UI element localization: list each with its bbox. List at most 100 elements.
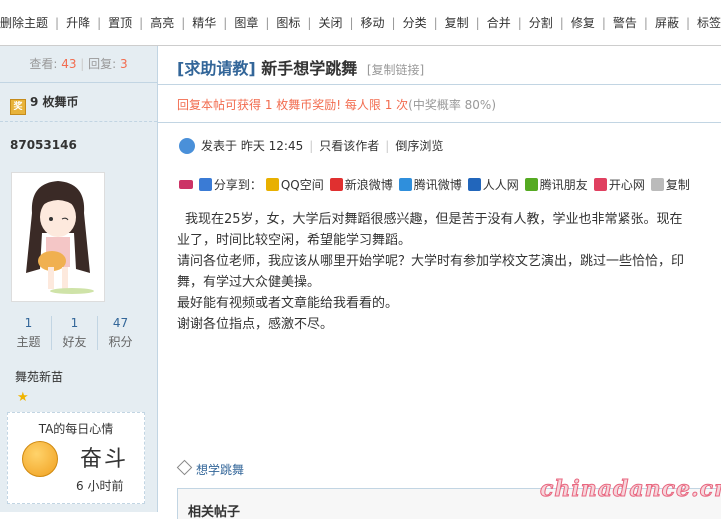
share-6-button[interactable]: 复制	[650, 178, 690, 192]
post-body-line: 我现在25岁，女，大学后对舞蹈很感兴趣，但是苦于没有人教，学业也非常紧张。现在	[185, 212, 683, 227]
post-title: [求助请教] 新手想学跳舞 [复制链接]	[177, 55, 424, 79]
reward-coins: 奖 9 枚舞币	[0, 83, 157, 122]
toolbar-item[interactable]: 图标	[276, 0, 300, 45]
toolbar-item[interactable]: 删除主题	[0, 0, 48, 45]
copy-link-button[interactable]: [复制链接]	[367, 63, 424, 77]
moderation-toolbar: 删除主题 | 升降 | 置顶 | 高亮 | 精华 | 图章 | 图标 | 关闭 | 移动 | 分类 | 复制 | 合并 | 分割…	[0, 0, 721, 46]
toolbar-item[interactable]: 分类	[403, 0, 427, 45]
post-meta: 发表于 昨天 12:45 | 只看该作者 | 倒序浏览	[179, 137, 443, 154]
star-icon: ★	[17, 390, 29, 405]
toolbar-item[interactable]: 升降	[66, 0, 90, 45]
post-body-line: 请问各位老师，我应该从哪里开始学呢？大学时有参加学校文艺演出，跳过一些恰恰，印	[177, 254, 685, 269]
share-4-button[interactable]: 腾讯朋友	[524, 178, 588, 192]
plus-icon	[198, 178, 212, 191]
toolbar-separator: |	[391, 16, 396, 30]
post-body-line: 舞，有学过大众健美操。	[177, 275, 321, 290]
post-body: 我现在25岁，女，大学后对舞蹈很感兴趣，但是苦于没有人教，学业也非常紧张。现在业…	[177, 209, 721, 335]
toolbar-item[interactable]: 精华	[192, 0, 216, 45]
avatar[interactable]	[11, 172, 105, 302]
share-label: 腾讯朋友	[539, 178, 588, 192]
share-0-button[interactable]: QQ空间	[265, 178, 324, 192]
topics-stat[interactable]: 1 主题	[6, 316, 51, 350]
toolbar-separator: |	[475, 16, 480, 30]
toolbar-separator: |	[265, 16, 270, 30]
share-5-button[interactable]: 开心网	[593, 178, 645, 192]
friends-stat[interactable]: 1 好友	[51, 316, 98, 350]
friends-count: 1	[70, 316, 79, 330]
post-body-line: 最好能有视频或者文章能给我看看的。	[177, 296, 399, 311]
author-name[interactable]: 87053146	[0, 122, 157, 152]
share-icon	[329, 178, 343, 191]
toolbar-separator: |	[559, 16, 564, 30]
post-body-line: 谢谢各位指点，感激不尽。	[177, 317, 334, 332]
post-category[interactable]: [求助请教]	[177, 59, 256, 78]
toolbar-item[interactable]: 图章	[234, 0, 258, 45]
share-1-button[interactable]: 新浪微博	[329, 178, 393, 192]
share-label: 复制	[665, 178, 690, 192]
author-only-link[interactable]: 只看该作者	[319, 139, 379, 153]
share-icon	[524, 178, 538, 191]
reward-coins-text: 9 枚舞币	[30, 95, 79, 109]
toolbar-item[interactable]: 复制	[445, 0, 469, 45]
toolbar-item[interactable]: 分割	[529, 0, 553, 45]
toolbar-separator: |	[307, 16, 312, 30]
toolbar-separator: |	[685, 16, 690, 30]
toolbar-separator: |	[97, 16, 102, 30]
mood-title: TA的每日心情	[38, 422, 114, 436]
friends-label: 好友	[62, 335, 87, 349]
post-time: 发表于 昨天 12:45	[201, 139, 304, 153]
toolbar-item[interactable]: 警告	[613, 0, 637, 45]
topics-count: 1	[24, 316, 33, 330]
divider	[158, 84, 721, 85]
share-label: QQ空间	[280, 178, 324, 192]
share-label: 人人网	[482, 178, 519, 192]
related-posts-title: 相关帖子	[188, 505, 241, 520]
toolbar-separator: |	[223, 16, 228, 30]
share-label: 腾讯微博	[413, 178, 462, 192]
share-3-button[interactable]: 人人网	[467, 178, 519, 192]
toolbar-separator: |	[181, 16, 186, 30]
coin-icon: 奖	[10, 99, 26, 115]
reward-notice-text: 回复本帖可获得 1 枚舞币奖励! 每人限 1 次	[177, 98, 409, 112]
reward-probability: (中奖概率 80%)	[408, 98, 497, 112]
views-label: 查看:	[29, 57, 58, 71]
toolbar-separator: |	[139, 16, 144, 30]
share-label: 新浪微博	[344, 178, 393, 192]
reward-notice: 回复本帖可获得 1 枚舞币奖励! 每人限 1 次(中奖概率 80%)	[177, 96, 496, 113]
user-rank[interactable]: 舞苑新苗	[15, 368, 63, 385]
share-bar: 分享到： QQ空间 新浪微博 腾讯微博 人人网 腾讯朋友 开心网 复制	[179, 176, 696, 193]
online-status-icon	[179, 138, 195, 154]
tag-label: 想学跳舞	[196, 463, 245, 477]
toolbar-item[interactable]: 修复	[571, 0, 595, 45]
ad-icon	[179, 180, 193, 189]
mood-time: 6 小时前	[76, 479, 124, 493]
share-icon	[593, 178, 607, 191]
reverse-order-link[interactable]: 倒序浏览	[395, 139, 443, 153]
toolbar-separator: |	[55, 16, 60, 30]
share-label: 开心网	[608, 178, 645, 192]
share-2-button[interactable]: 腾讯微博	[398, 178, 462, 192]
views-count: 43	[61, 57, 77, 71]
toolbar-item[interactable]: 高亮	[150, 0, 174, 45]
share-icon	[265, 178, 279, 191]
toolbar-separator: |	[643, 16, 648, 30]
replies-count: 3	[120, 57, 128, 71]
post-tag[interactable]: 想学跳舞	[176, 459, 245, 478]
post-body-line: 业了，时间比较空闲，希望能学习舞蹈。	[177, 233, 412, 248]
toolbar-item[interactable]: 标签	[697, 0, 721, 45]
toolbar-item[interactable]: 关闭	[318, 0, 342, 45]
thread-stats: 查看: 43 | 回复: 3	[0, 46, 157, 83]
points-stat[interactable]: 47 积分	[98, 316, 143, 350]
mood-face-icon	[22, 441, 58, 477]
share-icon	[467, 178, 481, 191]
topics-label: 主题	[16, 335, 41, 349]
toolbar-item[interactable]: 合并	[487, 0, 511, 45]
author-sidebar: 查看: 43 | 回复: 3 奖 9 枚舞币 87053146 1 主题 1 好友…	[0, 46, 158, 512]
author-stats: 1 主题 1 好友 47 积分	[0, 316, 157, 350]
post-title-text: 新手想学跳舞	[261, 59, 358, 78]
toolbar-item[interactable]: 移动	[361, 0, 385, 45]
toolbar-separator: |	[601, 16, 606, 30]
toolbar-item[interactable]: 屏蔽	[655, 0, 679, 45]
toolbar-item[interactable]: 置顶	[108, 0, 132, 45]
replies-label: 回复:	[88, 57, 117, 71]
